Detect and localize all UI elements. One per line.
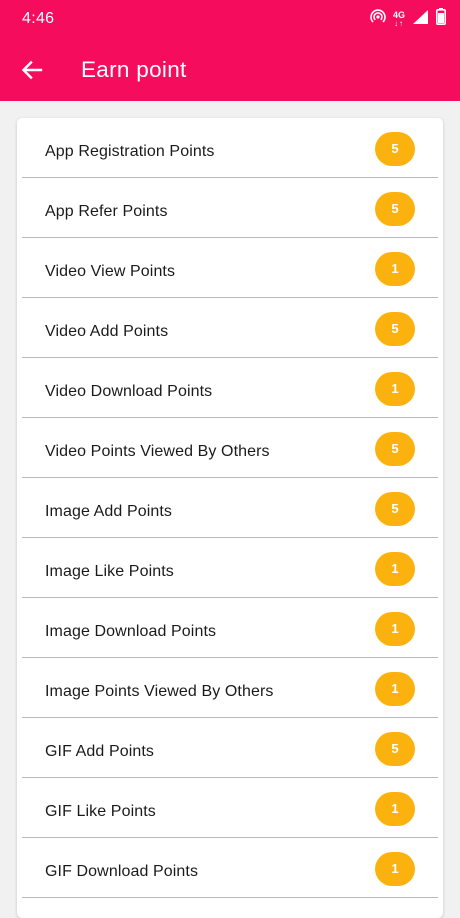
points-badge: 5 xyxy=(375,732,415,766)
back-button[interactable] xyxy=(18,56,46,84)
points-badge: 5 xyxy=(375,132,415,166)
page-title: Earn point xyxy=(81,57,187,82)
points-row: Image Points Viewed By Others 1 xyxy=(22,658,438,718)
points-row-label: GIF Add Points xyxy=(45,743,155,760)
points-row-label: Video Add Points xyxy=(45,323,169,340)
points-row: Video View Points 1 xyxy=(22,238,438,298)
points-row: GIF Like Points 1 xyxy=(22,778,438,838)
status-icons: 4G ↓↑ xyxy=(370,8,446,30)
app-bar: 4:46 4G ↓↑ Earn point xyxy=(0,0,460,101)
points-badge: 5 xyxy=(375,492,415,526)
arrow-back-icon xyxy=(21,60,43,80)
points-row-label: Image Points Viewed By Others xyxy=(45,683,274,700)
points-badge: 1 xyxy=(375,612,415,646)
points-row: Image Add Points 5 xyxy=(22,478,438,538)
points-row: App Registration Points 5 xyxy=(22,118,438,178)
points-badge: 1 xyxy=(375,852,415,886)
points-badge: 5 xyxy=(375,312,415,346)
points-row-label: Video Points Viewed By Others xyxy=(45,443,270,460)
points-row-label: Image Add Points xyxy=(45,503,173,520)
points-badge: 5 xyxy=(375,432,415,466)
signal-icon xyxy=(412,9,429,30)
points-row-label: App Refer Points xyxy=(45,203,168,220)
points-row-label: Video Download Points xyxy=(45,383,213,400)
points-row: Video Points Viewed By Others 5 xyxy=(22,418,438,478)
points-row-label: Image Download Points xyxy=(45,623,217,640)
hotspot-icon xyxy=(370,8,386,30)
points-row-label: Image Like Points xyxy=(45,563,174,580)
points-row: Image Like Points 1 xyxy=(22,538,438,598)
network-4g-icon: 4G ↓↑ xyxy=(392,9,405,28)
points-badge: 1 xyxy=(375,252,415,286)
points-row-label: GIF Like Points xyxy=(45,803,156,820)
points-row: Video Add Points 5 xyxy=(22,298,438,358)
points-badge: 1 xyxy=(375,552,415,586)
points-row-label: Video View Points xyxy=(45,263,176,280)
points-row: Image Download Points 1 xyxy=(22,598,438,658)
status-time: 4:46 xyxy=(22,10,55,27)
points-card: App Registration Points 5 App Refer Poin… xyxy=(17,118,443,918)
points-badge: 5 xyxy=(375,192,415,226)
points-row: App Refer Points 5 xyxy=(22,178,438,238)
points-row: GIF Download Points 1 xyxy=(22,838,438,898)
points-row-label: GIF Download Points xyxy=(45,863,199,880)
points-badge: 1 xyxy=(375,792,415,826)
points-row: GIF Add Points 5 xyxy=(22,718,438,778)
points-row-label: App Registration Points xyxy=(45,143,215,160)
points-badge: 1 xyxy=(375,372,415,406)
points-row: Video Download Points 1 xyxy=(22,358,438,418)
battery-icon xyxy=(436,8,446,30)
points-badge: 1 xyxy=(375,672,415,706)
